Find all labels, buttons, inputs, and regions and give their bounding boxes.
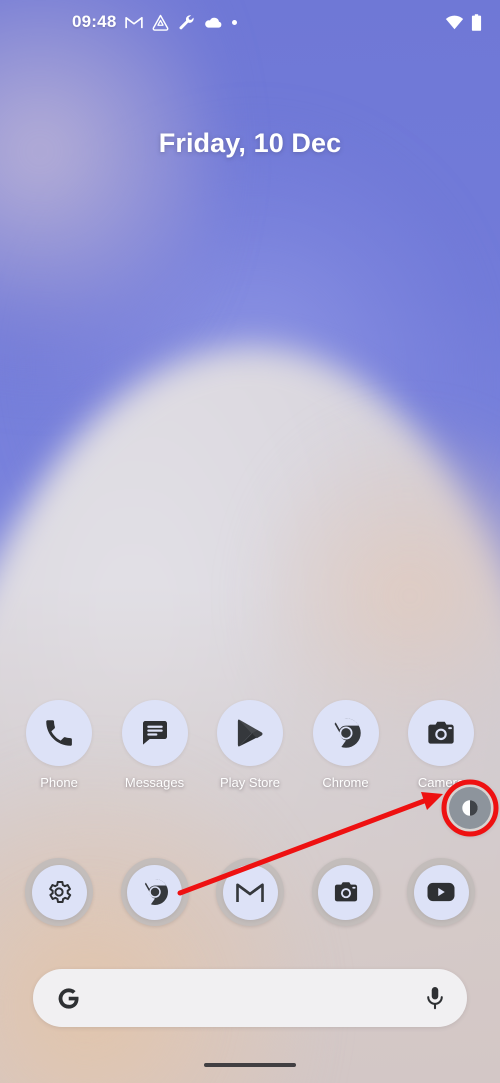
- dock-app-youtube[interactable]: [404, 858, 478, 926]
- play-store-icon-container[interactable]: [217, 700, 283, 766]
- app-phone[interactable]: Phone: [22, 700, 96, 790]
- status-bar[interactable]: 09:48: [0, 0, 500, 44]
- accessibility-button-inner[interactable]: [449, 787, 491, 829]
- camera-icon: [428, 721, 454, 744]
- app-label: Chrome: [322, 775, 369, 790]
- wrench-icon: [179, 14, 195, 29]
- dock-app-gmail[interactable]: [213, 858, 287, 926]
- android-home-screen: 09:48 Friday, 10 Dec Phone Messages Play…: [0, 0, 500, 1083]
- camera-icon-container[interactable]: [408, 700, 474, 766]
- app-label: Phone: [40, 775, 78, 790]
- messages-icon-container[interactable]: [121, 700, 188, 766]
- app-label: Messages: [124, 775, 185, 790]
- chrome-icon: [139, 878, 168, 905]
- chrome-icon-ring[interactable]: [120, 858, 189, 926]
- drive-triangle-icon: [153, 14, 169, 31]
- dock-app-chrome[interactable]: [118, 858, 192, 926]
- dock-app-settings[interactable]: [22, 858, 96, 926]
- settings-icon-container[interactable]: [31, 864, 87, 920]
- gmail-icon-container[interactable]: [222, 864, 278, 920]
- home-app-row: Phone Messages Play Store Chrome Camera: [0, 700, 500, 790]
- gmail-icon: [125, 16, 144, 29]
- camera-icon: [334, 882, 357, 902]
- youtube-icon-container[interactable]: [413, 864, 469, 920]
- home-gesture-pill[interactable]: [204, 1063, 296, 1067]
- google-search-bar[interactable]: [33, 969, 467, 1027]
- microphone-icon[interactable]: [425, 986, 445, 1010]
- gmail-icon: [236, 883, 264, 902]
- youtube-icon: [427, 882, 455, 902]
- chrome-icon: [328, 717, 361, 748]
- dock-app-camera[interactable]: [309, 858, 383, 926]
- app-chrome[interactable]: Chrome: [309, 700, 383, 790]
- app-camera[interactable]: Camera: [404, 700, 478, 790]
- play-store-icon: [237, 719, 263, 747]
- settings-icon-ring[interactable]: [25, 858, 93, 926]
- app-label: Play Store: [220, 775, 280, 790]
- status-bar-right-group: [445, 13, 482, 31]
- phone-icon: [46, 720, 72, 746]
- google-g-icon: [58, 987, 79, 1009]
- wifi-icon: [445, 15, 464, 29]
- settings-gear-icon: [49, 880, 72, 904]
- youtube-icon-ring[interactable]: [407, 858, 475, 926]
- search-input[interactable]: [82, 988, 425, 1008]
- date-widget[interactable]: Friday, 10 Dec: [0, 128, 500, 159]
- phone-icon-container[interactable]: [26, 700, 92, 766]
- status-bar-clock: 09:48: [72, 12, 117, 31]
- notification-dot-icon: [232, 19, 238, 25]
- app-messages[interactable]: Messages: [118, 700, 192, 790]
- camera-dock-icon-container[interactable]: [318, 864, 373, 920]
- chrome-dock-icon-container[interactable]: [127, 864, 182, 920]
- gmail-icon-ring[interactable]: [216, 858, 284, 926]
- accessibility-contrast-button[interactable]: [443, 781, 497, 835]
- status-bar-left-group: 09:48: [72, 12, 238, 32]
- messages-icon: [142, 721, 167, 745]
- battery-icon: [471, 13, 482, 31]
- cloud-icon: [205, 17, 222, 28]
- contrast-half-circle-icon: [462, 800, 478, 816]
- camera-icon-ring[interactable]: [311, 858, 380, 926]
- chrome-icon-container[interactable]: [312, 700, 379, 766]
- app-play-store[interactable]: Play Store: [213, 700, 287, 790]
- dock-app-row: [0, 858, 500, 926]
